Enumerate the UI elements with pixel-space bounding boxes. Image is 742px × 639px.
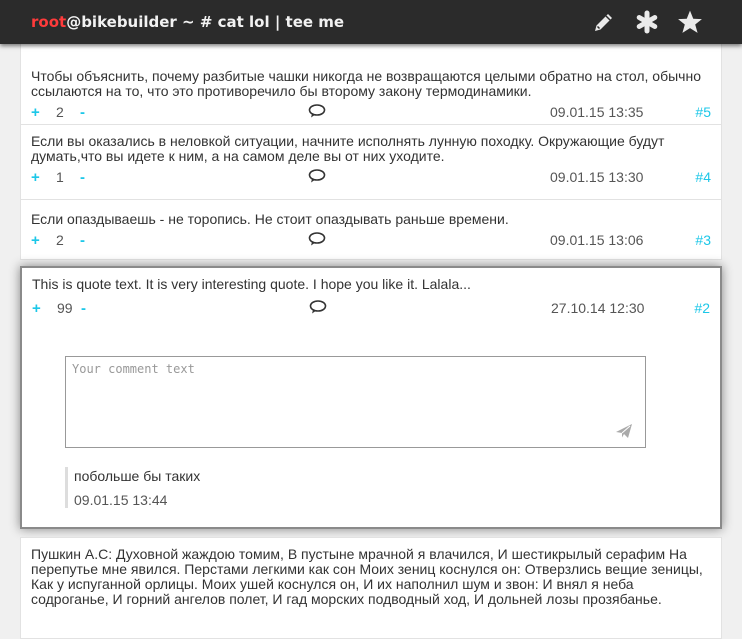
send-icon[interactable] xyxy=(615,423,633,442)
comment: побольше бы таких 09.01.15 13:44 xyxy=(65,467,200,508)
downvote-button[interactable]: - xyxy=(80,232,85,249)
comment-form xyxy=(65,356,646,448)
upvote-button[interactable]: + xyxy=(32,300,41,317)
quote-text: Если вы оказались в неловкой ситуации, н… xyxy=(31,133,665,164)
post-date: 09.01.15 13:06 xyxy=(550,232,644,248)
asterisk-icon[interactable] xyxy=(634,9,660,35)
quote-post: Если вы оказались в неловкой ситуации, н… xyxy=(20,125,722,200)
expanded-quote-post: This is quote text. It is very interesti… xyxy=(20,266,722,529)
comment-text: побольше бы таких xyxy=(74,468,201,484)
comments-icon[interactable] xyxy=(308,232,326,249)
comments-icon[interactable] xyxy=(308,104,326,121)
upvote-button[interactable]: + xyxy=(31,104,40,121)
quote-text: This is quote text. It is very interesti… xyxy=(32,276,471,292)
quote-post: Если опаздываешь - не торопись. Не стоит… xyxy=(20,200,722,260)
comment-input[interactable] xyxy=(66,357,645,447)
comments-icon[interactable] xyxy=(309,300,327,317)
post-number-link[interactable]: #3 xyxy=(695,232,711,248)
post-date: 09.01.15 13:35 xyxy=(550,104,644,120)
post-date: 27.10.14 12:30 xyxy=(551,300,645,316)
upvote-button[interactable]: + xyxy=(31,169,40,186)
downvote-button[interactable]: - xyxy=(80,104,85,121)
post-number-link[interactable]: #4 xyxy=(695,169,711,185)
pencil-icon[interactable] xyxy=(591,9,617,35)
post-date: 09.01.15 13:30 xyxy=(550,169,644,185)
comments-icon[interactable] xyxy=(308,169,326,186)
top-bar: root@bikebuilder ~ # cat lol | tee me xyxy=(0,0,742,44)
quote-text: Пушкин А.С: Духовной жаждою томим, В пус… xyxy=(31,546,703,607)
vote-score: 2 xyxy=(56,232,64,248)
username: root xyxy=(31,13,67,31)
quote-meta: + 2 - 09.01.15 13:06 #3 xyxy=(31,228,711,252)
quote-meta: + 99 - 27.10.14 12:30 #2 xyxy=(32,296,710,320)
vote-score: 1 xyxy=(56,169,64,185)
quote-text: Если опаздываешь - не торопись. Не стоит… xyxy=(31,211,509,227)
host-path: @bikebuilder ~ # cat lol | tee me xyxy=(66,13,345,31)
quote-post: Пушкин А.С: Духовной жаждою томим, В пус… xyxy=(20,537,722,639)
star-icon[interactable] xyxy=(677,9,703,35)
quote-text: Чтобы объяснить, почему разбитые чашки н… xyxy=(31,68,701,99)
downvote-button[interactable]: - xyxy=(81,300,86,317)
downvote-button[interactable]: - xyxy=(80,169,85,186)
quote-meta: + 1 - 09.01.15 13:30 #4 xyxy=(31,165,711,189)
quote-meta: + 2 - 09.01.15 13:35 #5 xyxy=(31,100,711,124)
quote-post: Чтобы объяснить, почему разбитые чашки н… xyxy=(20,44,722,125)
vote-score: 2 xyxy=(56,104,64,120)
post-number-link[interactable]: #5 xyxy=(695,104,711,120)
terminal-title: root@bikebuilder ~ # cat lol | tee me xyxy=(31,13,344,31)
vote-score: 99 xyxy=(57,300,73,316)
upvote-button[interactable]: + xyxy=(31,232,40,249)
quote-feed: Чтобы объяснить, почему разбитые чашки н… xyxy=(20,44,722,639)
comment-date: 09.01.15 13:44 xyxy=(74,492,168,508)
post-number-link[interactable]: #2 xyxy=(694,300,710,316)
